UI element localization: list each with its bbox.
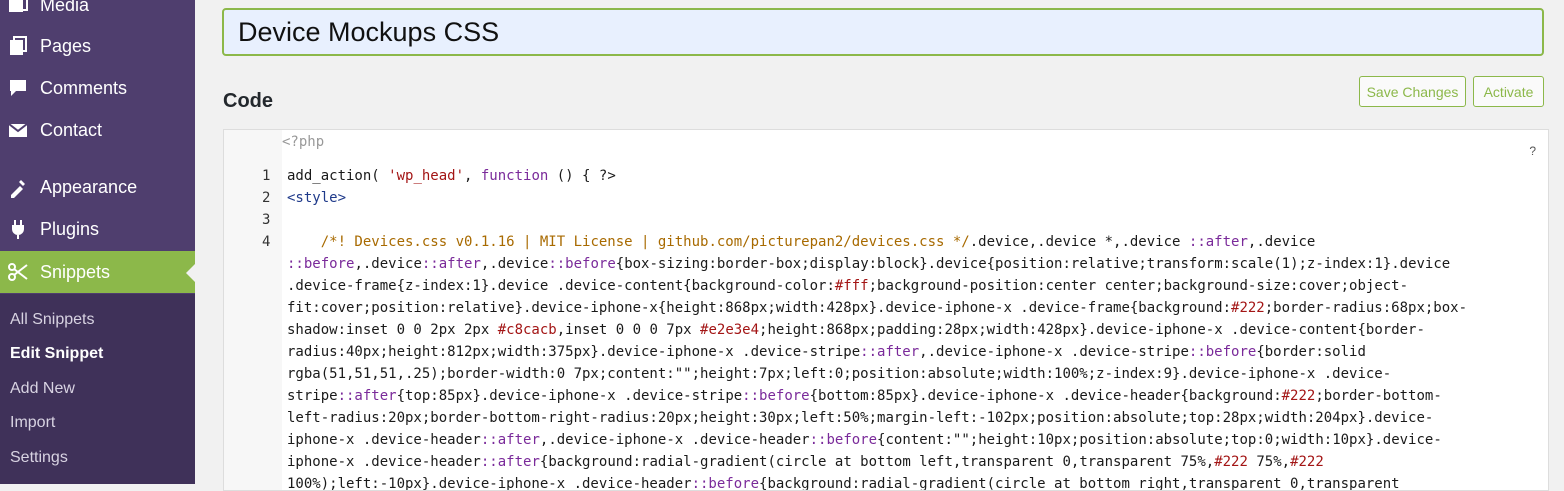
- comments-icon: [10, 80, 26, 96]
- sidebar-item-snippets[interactable]: Snippets: [0, 251, 195, 293]
- line-number: 2: [262, 190, 271, 206]
- submenu-all-snippets[interactable]: All Snippets: [10, 311, 95, 329]
- line-number: 3: [262, 212, 271, 228]
- pages-icon: [10, 36, 27, 55]
- code-line[interactable]: stripe::after{top:85px}.device-iphone-x …: [287, 385, 1442, 407]
- editor-help-link[interactable]: ?: [1529, 144, 1536, 158]
- line-number: 1: [262, 168, 271, 184]
- sidebar-item-label: Media: [40, 0, 90, 15]
- code-line[interactable]: .device-frame{z-index:1}.device .device-…: [287, 275, 1408, 297]
- save-changes-button[interactable]: Save Changes: [1359, 76, 1466, 107]
- admin-sidebar: Media Pages Comments Contact Appearance …: [0, 0, 195, 484]
- contact-icon: [8, 123, 28, 137]
- activate-button[interactable]: Activate: [1473, 76, 1544, 107]
- code-line[interactable]: fit:cover;position:relative}.device-ipho…: [287, 297, 1467, 319]
- snippets-submenu: All Snippets Edit Snippet Add New Import…: [0, 294, 195, 484]
- code-line[interactable]: radius:40px;height:812px;width:375px}.de…: [287, 341, 1366, 363]
- snippet-title-input[interactable]: [222, 8, 1544, 56]
- php-open-tag: <?php: [282, 134, 325, 150]
- code-line[interactable]: 100%);left:-10px}.device-iphone-x .devic…: [287, 473, 1400, 490]
- sidebar-item-plugins[interactable]: Plugins: [0, 208, 195, 250]
- code-line[interactable]: iphone-x .device-header::after{backgroun…: [287, 451, 1324, 473]
- sidebar-item-media[interactable]: Media: [0, 0, 195, 26]
- code-line[interactable]: <style>: [287, 187, 346, 209]
- active-indicator: [186, 264, 195, 282]
- submenu-settings[interactable]: Settings: [10, 449, 68, 467]
- code-editor[interactable]: <?php ? 1 2 3 4 add_action( 'wp_head', f…: [223, 129, 1549, 491]
- submenu-import[interactable]: Import: [10, 414, 55, 432]
- media-icon: [9, 0, 28, 12]
- sidebar-item-pages[interactable]: Pages: [0, 25, 195, 67]
- sidebar-item-label: Plugins: [40, 218, 100, 239]
- line-number: 4: [262, 234, 271, 250]
- code-line[interactable]: add_action( 'wp_head', function () { ?>: [287, 165, 616, 187]
- appearance-icon: [11, 180, 25, 198]
- code-line[interactable]: rgba(51,51,51,.25);border-width:0 7px;co…: [287, 363, 1391, 385]
- sidebar-item-label: Snippets: [40, 261, 111, 282]
- code-line[interactable]: ::before,.device::after,.device::before{…: [287, 253, 1450, 275]
- line-number-gutter: [224, 130, 282, 490]
- sidebar-item-label: Comments: [40, 77, 128, 98]
- sidebar-item-comments[interactable]: Comments: [0, 67, 195, 109]
- code-section-title: Code: [223, 90, 273, 112]
- code-line[interactable]: shadow:inset 0 0 2px 2px #c8cacb,inset 0…: [287, 319, 1425, 341]
- sidebar-item-label: Contact: [40, 119, 103, 140]
- submenu-edit-snippet[interactable]: Edit Snippet: [10, 345, 103, 363]
- sidebar-item-label: Appearance: [40, 176, 138, 197]
- plugins-icon: [12, 220, 24, 239]
- code-line[interactable]: /*! Devices.css v0.1.16 | MIT License | …: [287, 231, 1316, 253]
- sidebar-item-label: Pages: [40, 35, 92, 56]
- submenu-add-new[interactable]: Add New: [10, 380, 75, 398]
- sidebar-item-appearance[interactable]: Appearance: [0, 166, 195, 208]
- sidebar-item-contact[interactable]: Contact: [0, 109, 195, 151]
- code-line[interactable]: iphone-x .device-header::after,.device-i…: [287, 429, 1442, 451]
- snippets-icon: [8, 263, 28, 281]
- code-line[interactable]: left-radius:20px;border-bottom-right-rad…: [287, 407, 1433, 429]
